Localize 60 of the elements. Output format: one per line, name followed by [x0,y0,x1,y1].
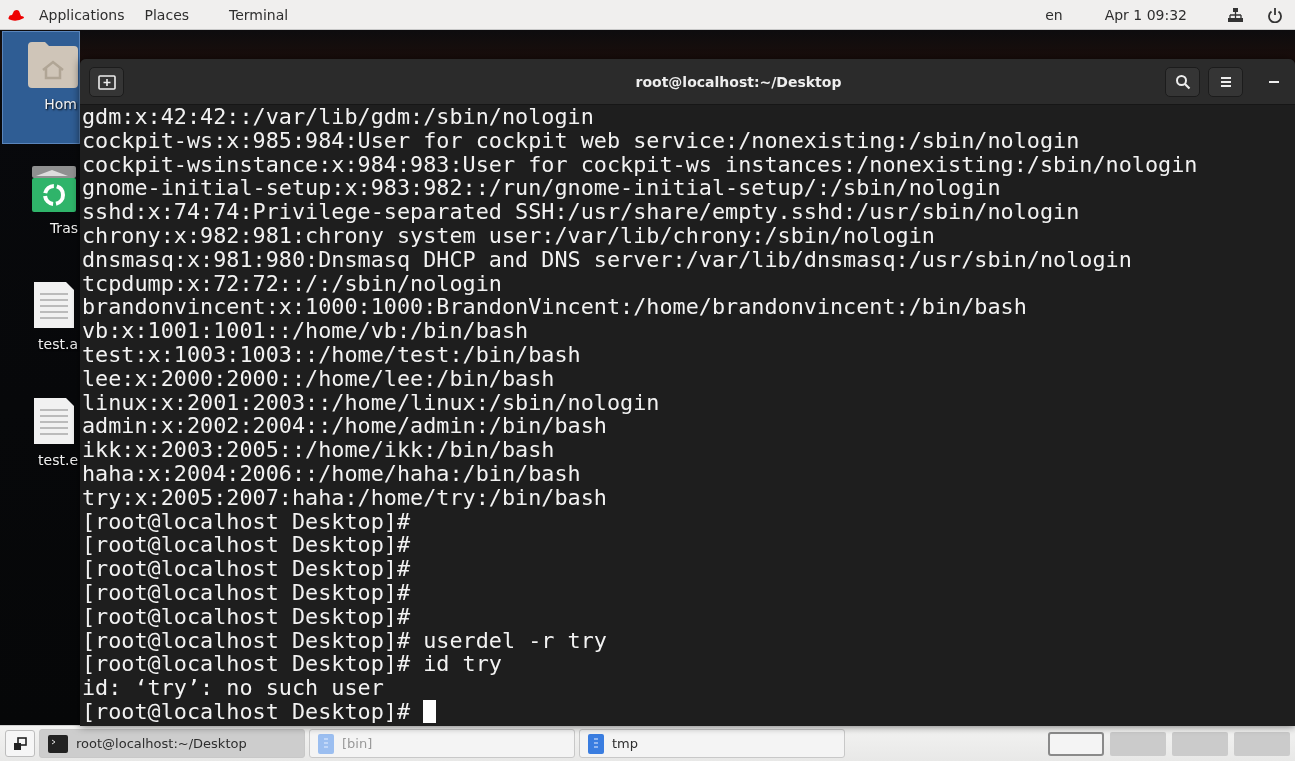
terminal-line: [root@localhost Desktop]# [82,580,411,605]
terminal-line: gdm:x:42:42::/var/lib/gdm:/sbin/nologin [82,105,594,129]
clock-button[interactable]: Apr 1 09:32 [1094,6,1197,23]
terminal-line: [root@localhost Desktop]# [82,604,411,629]
window-title: root@localhost:~/Desktop [634,73,843,90]
desktop-icon[interactable]: Tras [2,156,80,260]
terminal-line: sshd:x:74:74:Privilege-separated SSH:/usr/share/empty.sshd:/usr/sbin/nologin [82,200,1080,224]
terminal-icon [48,734,68,753]
network-icon [1227,6,1243,23]
menu-button[interactable] [1208,66,1243,97]
terminal-line: [root@localhost Desktop]# [82,533,411,558]
terminal-line: [root@localhost Desktop]# [82,557,411,581]
desktop-icon[interactable]: test.e [2,388,80,492]
desktop-icon[interactable]: test.a [2,272,80,376]
file-cabinet-icon [318,733,334,754]
terminal-line: vb:x:1001:1001::/home/vb:/bin/bash [82,319,529,343]
show-desktop-button[interactable] [5,730,35,757]
menu-icon [1218,74,1233,89]
icon-label: Tras [49,220,78,236]
taskbar-button[interactable]: root@localhost:~/Desktop [39,729,305,758]
hat-logo-icon [7,8,25,21]
search-button[interactable] [1165,66,1200,97]
new-tab-icon [97,73,116,90]
terminal-line: [root@localhost Desktop]# [82,509,411,534]
menu-button[interactable]: Places [134,6,200,23]
terminal-line: [root@localhost Desktop]# id try [82,652,502,677]
terminal-line: [root@localhost Desktop]# [82,699,412,724]
icon-label: test.a [38,336,78,352]
workspace-button[interactable] [1048,731,1104,756]
terminal-line: admin:x:2002:2004::/home/admin:/bin/bash [82,414,607,439]
taskbar-button[interactable]: tmp [579,729,845,758]
terminal-line: [root@localhost Desktop]# userdel -r try [82,628,607,653]
menu-button[interactable]: Applications [29,6,135,23]
terminal-line: lee:x:2000:2000::/home/lee:/bin/bash [82,366,555,391]
language-button[interactable]: en [1035,6,1073,23]
terminal-line: linux:x:2001:2003::/home/linux:/sbin/nologin [82,390,660,415]
terminal-line: cockpit-ws:x:985:984:User for cockpit web service:/nonexisting:/sbin/nologin [82,128,1080,153]
desktop-icon[interactable]: Hom [2,31,80,144]
icon-label: Hom [44,96,77,112]
terminal-line: gnome-initial-setup:x:983:982::/run/gnome-initial-setup/:/sbin/nologin [82,176,1001,201]
file-cabinet-icon [588,733,604,754]
menu-button[interactable]: Terminal [219,6,299,23]
terminal-line: dnsmasq:x:981:980:Dnsmasq DHCP and DNS server:/var/lib/dnsmasq:/usr/sbin/nologin [82,247,1132,272]
terminal-line: try:x:2005:2007:haha:/home/try:/bin/bash [82,485,607,510]
terminal-line: haha:x:2004:2006::/home/haha:/bin/bash [82,461,581,486]
terminal-line: brandonvincent:x:1000:1000:BrandonVincent:/home/brandonvincent:/bin/bash [82,295,1027,320]
new-tab-button[interactable] [89,66,124,97]
terminal-line: cockpit-wsinstance:x:984:983:User for cockpit-ws instances:/nonexisting:/sbin/nologin [82,152,1198,177]
windows-icon [13,736,27,751]
terminal-line: tcpdump:x:72:72::/:/sbin/nologin [82,271,502,296]
text-cursor [423,700,437,724]
terminal-line: chrony:x:982:981:chrony system user:/var/lib/chrony:/sbin/nologin [82,224,935,248]
icon-label: test.e [38,452,78,468]
terminal-line: test:x:1003:1003::/home/test:/bin/bash [82,342,581,367]
terminal-line: ikk:x:2003:2005::/home/ikk:/bin/bash [82,438,555,462]
minimize-icon [1269,80,1279,83]
search-icon [1174,73,1191,90]
terminal-line: id: ‘try’: no such user [82,676,384,700]
folder-icon [27,40,79,90]
power-icon [1267,6,1283,23]
